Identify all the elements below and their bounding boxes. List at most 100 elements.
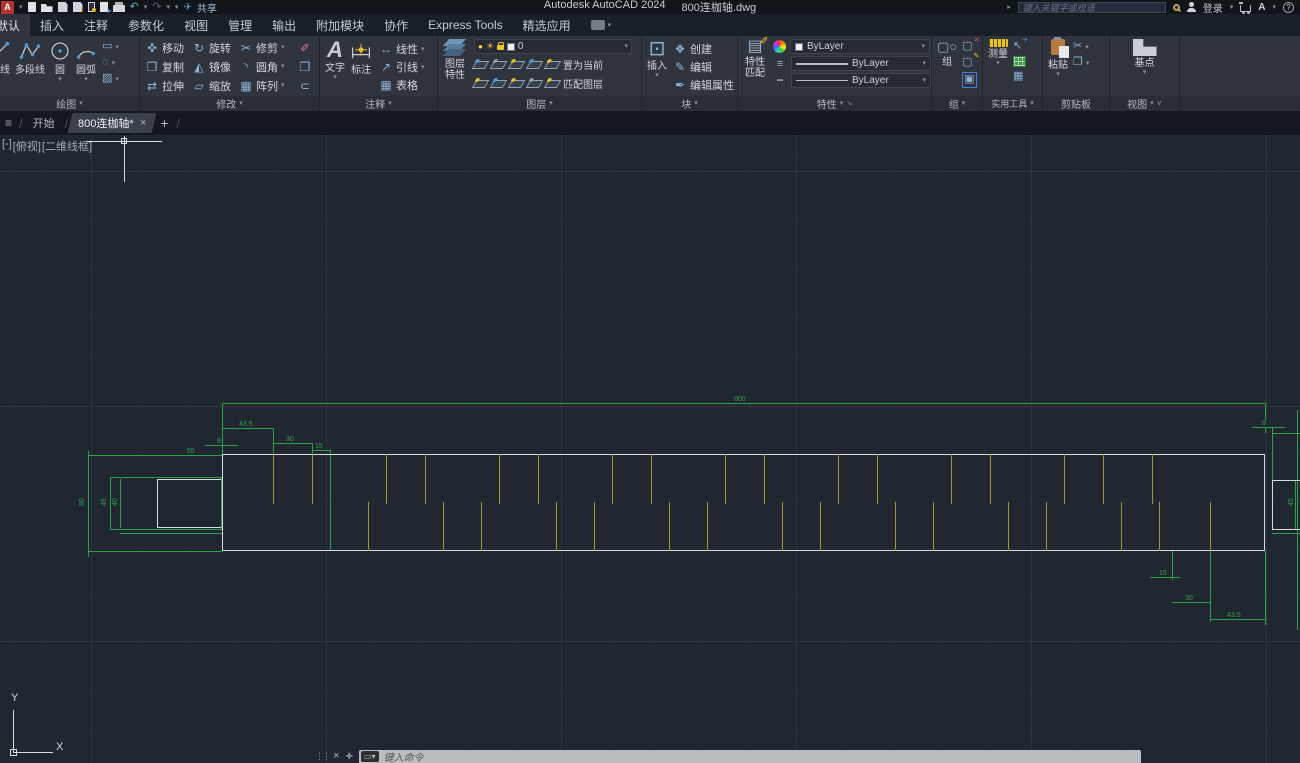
layer-off-icon[interactable] xyxy=(472,80,490,88)
command-customize-icon[interactable]: ✚ xyxy=(345,750,359,762)
autodesk-app-icon[interactable]: A xyxy=(1258,2,1265,13)
drawing-line[interactable] xyxy=(1272,433,1300,434)
keyway-tick[interactable] xyxy=(425,454,426,504)
keyway-tick[interactable] xyxy=(386,454,387,504)
drawing-line[interactable] xyxy=(1172,602,1210,603)
keyway-tick[interactable] xyxy=(1159,502,1160,551)
layer-unlock-icon[interactable] xyxy=(497,45,504,50)
circle-dropdown-icon[interactable]: ▾ xyxy=(58,76,62,83)
leader-dropdown-icon[interactable]: ▾ xyxy=(421,64,425,71)
panel-label-clipboard[interactable]: 剪贴板 xyxy=(1043,96,1109,111)
linear-dropdown-icon[interactable]: ▾ xyxy=(421,46,425,53)
file-tab-start[interactable]: 开始 xyxy=(25,115,63,131)
view-panel-expand-icon[interactable]: ∨ xyxy=(1157,100,1162,107)
app-arrow-icon[interactable]: ▾ xyxy=(1272,4,1276,11)
layer-unlock-all-icon[interactable] xyxy=(526,80,544,88)
dim-extension-box[interactable] xyxy=(110,477,222,530)
dim-label[interactable]: 15 xyxy=(1158,570,1168,577)
fillet-button[interactable]: ◝圆角▾ xyxy=(239,59,298,75)
save-icon[interactable] xyxy=(58,2,68,12)
tab-manage[interactable]: 管理 xyxy=(218,14,262,36)
tab-featured-apps[interactable]: 精选应用 xyxy=(513,14,581,36)
linetype-dropdown[interactable]: ByLayer▾ xyxy=(791,73,931,88)
ellipse-tool-button[interactable]: ◌ ▾ xyxy=(102,56,119,69)
dim-label[interactable]: 30 xyxy=(285,436,295,443)
fillet-dropdown-icon[interactable]: ▾ xyxy=(281,63,285,70)
dim-label[interactable]: 800 xyxy=(733,396,747,403)
drawing-line[interactable] xyxy=(1272,533,1300,534)
keyway-tick[interactable] xyxy=(669,502,670,551)
right-journal[interactable] xyxy=(1272,480,1300,530)
dim-label[interactable]: 43.5 xyxy=(1226,612,1242,619)
layer-dropdown-arrow-icon[interactable]: ▾ xyxy=(624,43,628,50)
calculator-button[interactable]: ▦ xyxy=(1013,70,1026,83)
keyway-tick[interactable] xyxy=(273,454,274,504)
trim-button[interactable]: ✂修剪▾ xyxy=(239,40,298,56)
layer-isolate-icon[interactable] xyxy=(472,61,490,69)
keyway-tick[interactable] xyxy=(1008,502,1009,551)
lineweight-dropdown[interactable]: ByLayer▾ xyxy=(791,56,931,71)
keyway-tick[interactable] xyxy=(499,454,500,504)
group-button[interactable]: ▢○ 组 xyxy=(935,38,959,69)
tab-addins[interactable]: 附加模块 xyxy=(306,14,374,36)
tab-insert[interactable]: 插入 xyxy=(30,14,74,36)
ungroup-button[interactable]: ▢✕ xyxy=(962,40,976,53)
plot-stamp-icon[interactable] xyxy=(88,2,95,12)
keyway-tick[interactable] xyxy=(707,502,708,551)
panel-label-view[interactable]: 视图▾∨ xyxy=(1110,96,1179,111)
command-options-chip[interactable]: ▭▾ xyxy=(361,751,379,762)
layer-thaw-icon[interactable]: ☀ xyxy=(486,42,494,51)
sign-in-arrow-icon[interactable]: ▾ xyxy=(1230,4,1234,11)
move-button[interactable]: ✜移动 xyxy=(145,40,192,56)
quick-calculator-button[interactable] xyxy=(1013,56,1026,67)
match-layer-button[interactable]: 匹配图层 xyxy=(546,76,603,91)
layer-unisolate-icon[interactable] xyxy=(490,61,508,69)
drawing-line[interactable] xyxy=(1172,551,1173,580)
leader-button[interactable]: ↗引线▾ xyxy=(379,59,425,75)
panel-label-layers[interactable]: 图层▾ xyxy=(438,96,641,111)
drawing-line[interactable] xyxy=(88,455,222,456)
keyway-tick[interactable] xyxy=(651,454,652,504)
copy-button[interactable]: ❐复制 xyxy=(145,59,192,75)
erase-button[interactable]: ✐ xyxy=(298,41,314,55)
shaft-body[interactable] xyxy=(222,454,1265,551)
object-color-dropdown[interactable]: ByLayer▾ xyxy=(790,39,930,54)
command-input[interactable]: 键入命令 xyxy=(384,749,424,763)
command-close-button[interactable]: × xyxy=(333,750,345,762)
panel-label-modify[interactable]: 修改▾ xyxy=(140,96,319,111)
drawing-line[interactable] xyxy=(1272,427,1273,480)
dim-overall-line[interactable] xyxy=(222,403,1265,404)
tab-express-tools[interactable]: Express Tools xyxy=(418,14,512,36)
search-input[interactable]: 键入关键字或短语 xyxy=(1018,2,1166,13)
dim-label[interactable]: 55 xyxy=(186,448,196,455)
panel-label-block[interactable]: 块▾ xyxy=(642,96,737,111)
keyway-tick[interactable] xyxy=(556,502,557,551)
undo-button[interactable]: ↶ xyxy=(130,2,139,13)
mirror-button[interactable]: ◭镜像 xyxy=(192,59,239,75)
create-block-button[interactable]: ❖创建 xyxy=(673,41,737,57)
keyway-tick[interactable] xyxy=(1210,502,1211,551)
array-dropdown-icon[interactable]: ▾ xyxy=(281,82,285,89)
keyway-tick[interactable] xyxy=(368,502,369,551)
viewport-minimize-control[interactable]: [-] xyxy=(2,138,12,154)
edit-block-button[interactable]: ✎编辑 xyxy=(673,59,737,75)
polyline-button[interactable]: 多段线 xyxy=(13,38,47,77)
drawing-line[interactable] xyxy=(1210,551,1211,622)
offset-button[interactable]: ⊂ xyxy=(298,79,314,93)
arc-dropdown-icon[interactable]: ▾ xyxy=(84,76,88,83)
drawing-line[interactable] xyxy=(88,451,89,557)
cut-button[interactable]: ✂ ▾ xyxy=(1073,40,1089,53)
drawing-line[interactable] xyxy=(1252,427,1285,428)
layer-freeze-icon[interactable] xyxy=(508,61,526,69)
insert-block-button[interactable]: ⊡ 插入 ▾ xyxy=(645,38,669,80)
sign-in-button[interactable]: 登录 xyxy=(1203,0,1223,15)
dimension-button[interactable]: 标注 xyxy=(347,38,375,77)
tab-home[interactable]: 默认 xyxy=(0,14,30,36)
drawing-line[interactable] xyxy=(273,443,312,444)
dim-label[interactable]: 8 xyxy=(1261,420,1267,427)
dim-label[interactable]: 40 xyxy=(112,497,119,507)
drawing-line[interactable] xyxy=(205,445,238,446)
stretch-button[interactable]: ⇄拉伸 xyxy=(145,78,192,94)
drawing-line[interactable] xyxy=(312,450,330,451)
close-tab-icon[interactable]: × xyxy=(140,117,146,129)
